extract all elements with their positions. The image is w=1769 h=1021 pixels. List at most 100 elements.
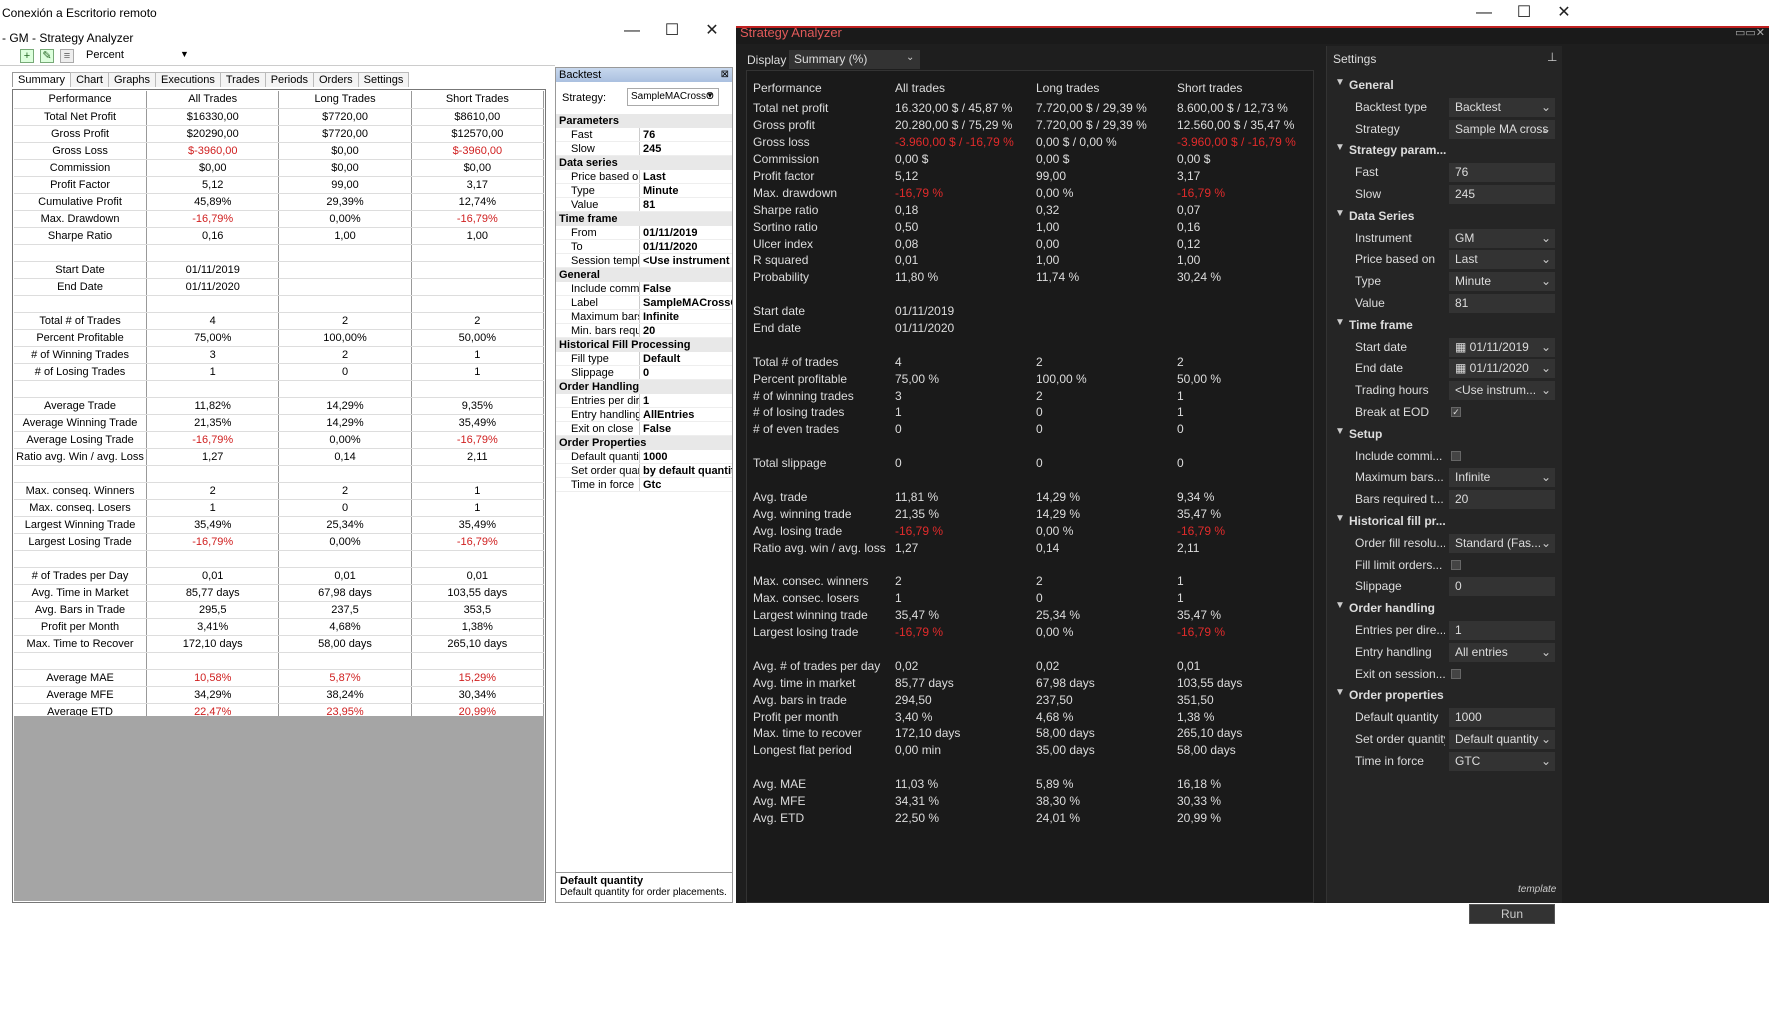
property-row[interactable]: Set order quant by default quantity xyxy=(556,464,732,478)
column-header[interactable]: Short trades xyxy=(1172,81,1313,95)
setting-checkbox[interactable] xyxy=(1451,450,1461,461)
column-header[interactable]: All trades xyxy=(890,81,1031,95)
tab-graphs[interactable]: Graphs xyxy=(107,72,157,87)
pin-icon[interactable]: ⊥ xyxy=(1547,50,1557,64)
property-row[interactable]: Entries per dire 1 xyxy=(556,394,732,408)
setting-select[interactable]: GTC ⌄ xyxy=(1449,751,1555,771)
chevron-down-icon[interactable]: ▼ xyxy=(706,91,714,100)
setting-input[interactable]: 20 xyxy=(1449,490,1555,510)
property-value[interactable]: Default xyxy=(640,352,732,365)
settings-category-order-properties[interactable]: ▼ Order properties xyxy=(1327,685,1563,705)
setting-select[interactable]: ▦ 01/11/2020 ⌄ xyxy=(1449,359,1555,379)
display-select[interactable]: Summary (%) xyxy=(789,50,920,69)
collapse-icon[interactable]: ▼ xyxy=(1335,142,1345,153)
property-value[interactable]: SampleMACrossOv xyxy=(640,296,732,309)
property-row[interactable]: Min. bars requi 20 xyxy=(556,324,732,338)
category-order-handling[interactable]: Order Handling xyxy=(556,380,732,394)
property-row[interactable]: Slippage 0 xyxy=(556,366,732,380)
property-value[interactable]: Infinite xyxy=(640,310,732,323)
collapse-icon[interactable]: ▼ xyxy=(1335,77,1345,88)
setting-input[interactable]: 81 xyxy=(1449,294,1555,313)
chevron-down-icon[interactable]: ⌄ xyxy=(1541,468,1551,487)
property-value[interactable]: AllEntries xyxy=(640,408,732,421)
setting-checkbox[interactable]: ✓ xyxy=(1451,407,1461,417)
chevron-down-icon[interactable]: ⌄ xyxy=(1541,98,1551,117)
property-row[interactable]: LabelSampleMACrossOv xyxy=(556,296,732,310)
chevron-down-icon[interactable]: ⌄ xyxy=(1541,643,1551,662)
setting-input[interactable]: 1000 xyxy=(1449,708,1555,728)
setting-checkbox[interactable] xyxy=(1451,559,1461,570)
property-value[interactable]: 1 xyxy=(640,394,732,407)
setting-input[interactable]: 76 xyxy=(1449,163,1555,183)
collapse-icon[interactable]: ▼ xyxy=(1335,317,1345,328)
chevron-down-icon[interactable]: ⌄ xyxy=(1541,381,1551,400)
chevron-down-icon[interactable]: ⌄ xyxy=(1541,120,1551,139)
column-header[interactable]: Long trades xyxy=(1031,81,1172,95)
property-row[interactable]: To 01/11/2020 xyxy=(556,240,732,254)
close-button[interactable]: ✕ xyxy=(1544,2,1584,24)
property-value[interactable]: 1000 xyxy=(640,450,732,463)
run-button[interactable]: Run xyxy=(1469,904,1555,924)
tab-settings[interactable]: Settings xyxy=(357,72,410,87)
chevron-down-icon[interactable]: ⌄ xyxy=(1541,359,1551,378)
tab-chart[interactable]: Chart xyxy=(70,72,109,87)
category-time-frame[interactable]: Time frame xyxy=(556,212,732,226)
setting-select[interactable]: ▦ 01/11/2019 ⌄ xyxy=(1449,337,1555,357)
property-value[interactable]: <Use instrument se xyxy=(640,254,732,267)
setting-select[interactable]: <Use instrum... ⌄ xyxy=(1449,381,1555,401)
add-icon[interactable]: + xyxy=(20,49,34,63)
property-row[interactable]: Time in force Gtc xyxy=(556,478,732,492)
setting-select[interactable]: Standard (Fas... ⌄ xyxy=(1449,533,1555,553)
collapse-icon[interactable]: ▼ xyxy=(1335,426,1345,437)
setting-select[interactable]: All entries ⌄ xyxy=(1449,642,1555,662)
property-value[interactable]: 01/11/2019 xyxy=(640,226,732,239)
setting-input[interactable]: 1 xyxy=(1449,621,1555,640)
settings-category-setup[interactable]: ▼ Setup xyxy=(1327,424,1563,444)
chevron-down-icon[interactable]: ⌄ xyxy=(1541,272,1551,291)
setting-select[interactable]: Last ⌄ xyxy=(1449,250,1555,270)
property-row[interactable]: Fill type Default xyxy=(556,352,732,366)
property-row[interactable]: From 01/11/2019 xyxy=(556,226,732,240)
settings-category-time-frame[interactable]: ▼ Time frame xyxy=(1327,315,1563,335)
tab-executions[interactable]: Executions xyxy=(155,72,221,87)
property-value[interactable]: 20 xyxy=(640,324,732,337)
property-row[interactable]: Maximum bars Infinite xyxy=(556,310,732,324)
setting-select[interactable]: GM ⌄ xyxy=(1449,228,1555,248)
chevron-down-icon[interactable]: ⌄ xyxy=(1541,250,1551,269)
chevron-down-icon[interactable]: ⌄ xyxy=(906,52,914,63)
chevron-down-icon[interactable]: ⌄ xyxy=(1541,338,1551,357)
old-close-button[interactable]: ✕ xyxy=(692,20,732,42)
template-link[interactable]: template xyxy=(1518,884,1556,895)
chevron-down-icon[interactable]: ⌄ xyxy=(1541,534,1551,553)
property-value[interactable]: Last xyxy=(640,170,732,183)
document-icon[interactable]: ≡ xyxy=(60,49,74,63)
property-value[interactable]: Gtc xyxy=(640,478,732,491)
setting-select[interactable]: Backtest ⌄ xyxy=(1449,97,1555,117)
property-row[interactable]: Exit on close False xyxy=(556,422,732,436)
setting-checkbox[interactable] xyxy=(1451,668,1461,679)
collapse-icon[interactable]: ▼ xyxy=(1335,600,1345,611)
property-value[interactable]: 01/11/2020 xyxy=(640,240,732,253)
category-order-properties[interactable]: Order Properties xyxy=(556,436,732,450)
close-icon[interactable]: ⊠ xyxy=(721,68,732,82)
setting-select[interactable]: Minute ⌄ xyxy=(1449,272,1555,292)
setting-select[interactable]: Default quantity ⌄ xyxy=(1449,730,1555,749)
setting-input[interactable]: 245 xyxy=(1449,185,1555,204)
old-minimize-button[interactable]: — xyxy=(612,20,652,42)
property-value[interactable]: 76 xyxy=(640,128,732,141)
display-mode-select[interactable]: Percent xyxy=(86,49,124,61)
settings-category-order-handling[interactable]: ▼ Order handling xyxy=(1327,598,1563,618)
property-row[interactable]: Type Minute xyxy=(556,184,732,198)
settings-category-data-series[interactable]: ▼ Data Series xyxy=(1327,206,1563,226)
property-value[interactable]: by default quantity xyxy=(640,464,732,477)
property-value[interactable]: 81 xyxy=(640,198,732,211)
old-maximize-button[interactable]: ☐ xyxy=(652,20,692,42)
chevron-down-icon[interactable]: ⌄ xyxy=(1541,752,1551,771)
property-row[interactable]: Include commis False xyxy=(556,282,732,296)
window-controls-icon[interactable]: ▭▭✕ xyxy=(1735,26,1765,39)
property-value[interactable]: False xyxy=(640,422,732,435)
property-value[interactable]: Minute xyxy=(640,184,732,197)
category-data-series[interactable]: Data series xyxy=(556,156,732,170)
property-row[interactable]: Value 81 xyxy=(556,198,732,212)
settings-category-historical-fill-pr[interactable]: ▼ Historical fill pr... xyxy=(1327,511,1563,531)
